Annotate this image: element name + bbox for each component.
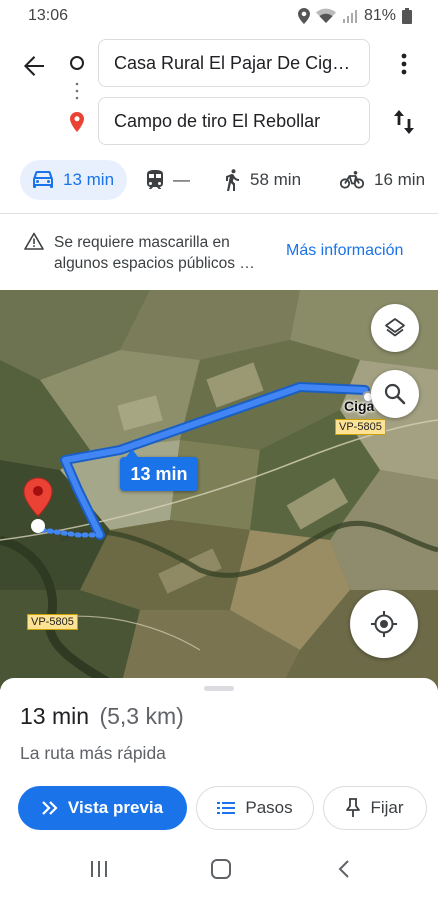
route-duration: 13 min xyxy=(20,703,90,729)
more-info-link[interactable]: Más información xyxy=(286,242,403,260)
pin-button-label: Fijar xyxy=(370,798,404,817)
wifi-icon xyxy=(315,8,336,23)
train-icon xyxy=(147,170,163,189)
sheet-drag-handle[interactable] xyxy=(204,686,234,691)
double-chevron-icon xyxy=(42,801,58,815)
list-icon xyxy=(217,802,236,814)
notice-text: Se requiere mascarilla en algunos espaci… xyxy=(54,234,255,272)
battery-icon xyxy=(402,8,412,24)
tab-driving[interactable]: 13 min xyxy=(20,160,127,200)
location-icon xyxy=(297,8,310,24)
tab-cycling-label: 16 min xyxy=(374,170,426,189)
bike-icon xyxy=(340,171,364,189)
steps-button[interactable]: Pasos xyxy=(196,786,314,830)
road-badge: VP-5805 xyxy=(27,614,78,630)
arrow-back-icon xyxy=(24,56,44,76)
tab-walking-label: 58 min xyxy=(250,170,302,189)
car-icon xyxy=(33,171,53,188)
swap-button[interactable] xyxy=(390,106,418,138)
home-icon xyxy=(211,859,231,879)
battery-percent: 81% xyxy=(363,7,396,24)
origin-field[interactable]: Casa Rural El Pajar De Cig… xyxy=(98,39,370,87)
back-button[interactable] xyxy=(18,50,50,82)
route-distance: (5,3 km) xyxy=(99,703,184,729)
preview-button[interactable]: Vista previa xyxy=(18,786,187,830)
status-time: 13:06 xyxy=(28,7,69,24)
system-navigation-bar xyxy=(0,850,438,890)
more-options-button[interactable] xyxy=(392,50,416,78)
home-button[interactable] xyxy=(208,858,234,880)
route-duration-label[interactable]: 13 min xyxy=(120,449,198,491)
travel-mode-tabs: 13 min — 58 min 16 min xyxy=(0,160,438,200)
recents-icon xyxy=(91,861,107,877)
status-bar: 13:06 81% xyxy=(0,0,438,32)
origin-text: Casa Rural El Pajar De Cig… xyxy=(114,52,351,73)
chevron-left-icon xyxy=(338,860,349,878)
my-location-button[interactable] xyxy=(350,590,418,658)
tab-cycling[interactable]: 16 min xyxy=(340,160,425,200)
town-label: Ciga xyxy=(344,398,375,414)
tab-walking[interactable]: 58 min xyxy=(224,160,301,200)
directions-header: Casa Rural El Pajar De Cig… Campo de tir… xyxy=(0,32,438,150)
layers-button[interactable] xyxy=(371,304,419,352)
pushpin-icon xyxy=(346,798,361,817)
swap-vert-icon xyxy=(394,110,414,134)
road-badge: VP-5805 xyxy=(335,419,386,435)
route-connector-icon xyxy=(70,56,84,132)
recents-button[interactable] xyxy=(88,858,110,880)
back-nav-button[interactable] xyxy=(335,858,353,880)
mask-notice: Se requiere mascarilla en algunos espaci… xyxy=(0,214,438,290)
route-summary: 13 min (5,3 km) xyxy=(20,703,184,730)
tab-driving-label: 13 min xyxy=(63,170,115,189)
map-view[interactable]: Ciga VP-5805 VP-5805 13 min xyxy=(0,290,438,690)
warning-icon xyxy=(24,232,44,250)
search-along-route-button[interactable] xyxy=(371,370,419,418)
destination-text: Campo de tiro El Rebollar xyxy=(114,110,321,131)
walk-icon xyxy=(226,169,239,191)
my-location-icon xyxy=(371,611,397,637)
more-vert-icon xyxy=(401,53,407,75)
destination-field[interactable]: Campo de tiro El Rebollar xyxy=(98,97,370,145)
steps-button-label: Pasos xyxy=(245,798,293,817)
pin-button[interactable]: Fijar xyxy=(323,786,427,830)
signal-icon xyxy=(342,10,357,23)
layers-icon xyxy=(385,318,405,337)
route-description: La ruta más rápida xyxy=(20,743,166,763)
tab-transit[interactable]: — xyxy=(147,160,190,200)
search-icon xyxy=(384,383,406,405)
preview-button-label: Vista previa xyxy=(67,798,164,817)
tab-transit-label: — xyxy=(173,170,190,189)
status-icons: 81% xyxy=(297,7,412,25)
